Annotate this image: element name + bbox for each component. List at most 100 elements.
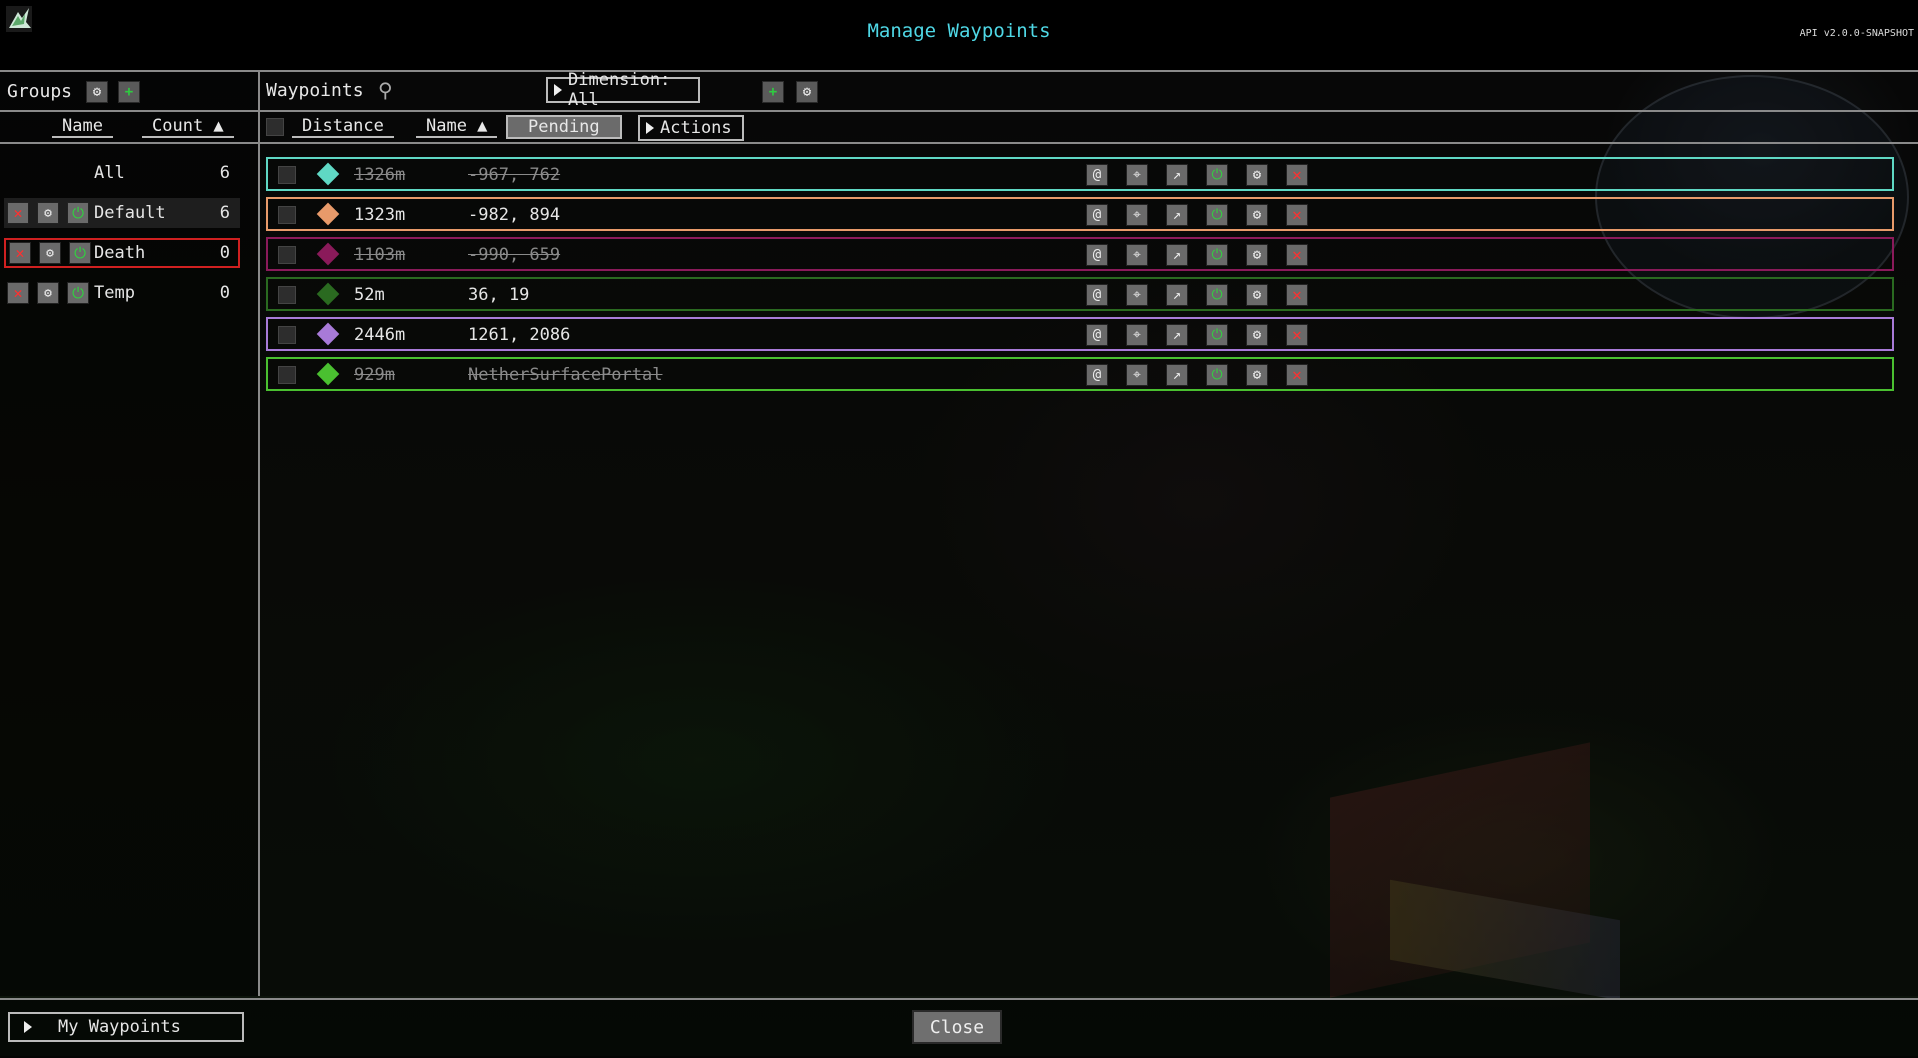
waypoint-row[interactable]: 929m NetherSurfacePortal @ ⌖ ↗ ⏻ ⚙ ✕ — [266, 357, 1894, 391]
add-waypoint-button[interactable]: + — [762, 81, 784, 103]
groups-toolbar: Groups ⚙ + — [0, 72, 258, 112]
group-count: 0 — [219, 243, 230, 263]
delete-waypoint-button[interactable]: ✕ — [1286, 204, 1308, 226]
edit-group-button[interactable]: ⚙ — [37, 282, 59, 304]
power-icon: ⏻ — [74, 243, 86, 262]
edit-groups-button[interactable]: ⚙ — [86, 81, 108, 103]
waypoint-checkbox[interactable] — [278, 246, 296, 264]
waypoint-name: -982, 894 — [468, 205, 561, 225]
waypoint-distance: 1323m — [354, 205, 406, 225]
delete-group-button[interactable]: ✕ — [9, 242, 31, 264]
groups-column-header: Name Count ▲ — [0, 112, 258, 144]
search-icon[interactable]: ⚲ — [378, 78, 393, 102]
gear-icon: ⚙ — [1252, 367, 1262, 383]
group-name: Temp — [94, 283, 135, 303]
gear-icon: ⚙ — [46, 245, 54, 261]
teleport-button[interactable]: @ — [1086, 324, 1108, 346]
teleport-button[interactable]: @ — [1086, 164, 1108, 186]
waypoint-row[interactable]: 52m 36, 19 @ ⌖ ↗ ⏻ ⚙ ✕ — [266, 277, 1894, 311]
edit-waypoint-button[interactable]: ⚙ — [1246, 324, 1268, 346]
locate-button[interactable]: ⌖ — [1126, 364, 1148, 386]
waypoints-panel: Waypoints ⚲ Dimension: All + ⚙ Distance … — [260, 70, 1918, 996]
teleport-button[interactable]: @ — [1086, 244, 1108, 266]
teleport-button[interactable]: @ — [1086, 284, 1108, 306]
group-item-death[interactable]: ✕ ⚙ ⏻ Death 0 — [4, 238, 240, 268]
waypoint-row[interactable]: 1323m -982, 894 @ ⌖ ↗ ⏻ ⚙ ✕ — [266, 197, 1894, 231]
teleport-button[interactable]: @ — [1086, 364, 1108, 386]
gear-icon: ⚙ — [44, 285, 52, 301]
share-button[interactable]: ↗ — [1166, 324, 1188, 346]
group-item-all[interactable]: All 6 — [4, 158, 240, 188]
toggle-waypoint-button[interactable]: ⏻ — [1206, 244, 1228, 266]
pending-button[interactable]: Pending — [506, 115, 622, 139]
close-button[interactable]: Close — [912, 1010, 1002, 1044]
groups-label: Groups — [7, 81, 73, 102]
waypoint-row[interactable]: 1103m -990, 659 @ ⌖ ↗ ⏻ ⚙ ✕ — [266, 237, 1894, 271]
toggle-group-button[interactable]: ⏻ — [67, 202, 89, 224]
teleport-icon: @ — [1092, 367, 1102, 383]
sort-by-distance-button[interactable]: Distance — [292, 116, 394, 138]
delete-icon: ✕ — [1292, 285, 1302, 304]
edit-group-button[interactable]: ⚙ — [37, 202, 59, 224]
locate-button[interactable]: ⌖ — [1126, 324, 1148, 346]
locate-button[interactable]: ⌖ — [1126, 204, 1148, 226]
edit-waypoint-button[interactable]: ⚙ — [1246, 284, 1268, 306]
delete-waypoint-button[interactable]: ✕ — [1286, 284, 1308, 306]
edit-waypoints-button[interactable]: ⚙ — [796, 81, 818, 103]
teleport-button[interactable]: @ — [1086, 204, 1108, 226]
add-group-button[interactable]: + — [118, 81, 140, 103]
map-pin-icon: ⌖ — [1133, 167, 1141, 183]
edit-waypoint-button[interactable]: ⚙ — [1246, 204, 1268, 226]
edit-waypoint-button[interactable]: ⚙ — [1246, 244, 1268, 266]
teleport-icon: @ — [1092, 327, 1102, 343]
toggle-group-button[interactable]: ⏻ — [67, 282, 89, 304]
waypoint-gem-icon — [316, 202, 340, 226]
waypoint-checkbox[interactable] — [278, 326, 296, 344]
toggle-waypoint-button[interactable]: ⏻ — [1206, 204, 1228, 226]
sort-by-name-button[interactable]: Name — [52, 116, 113, 138]
group-count: 6 — [219, 203, 230, 223]
delete-icon: ✕ — [1292, 245, 1302, 264]
waypoint-checkbox[interactable] — [278, 166, 296, 184]
delete-waypoint-button[interactable]: ✕ — [1286, 244, 1308, 266]
share-button[interactable]: ↗ — [1166, 284, 1188, 306]
delete-waypoint-button[interactable]: ✕ — [1286, 364, 1308, 386]
edit-waypoint-button[interactable]: ⚙ — [1246, 164, 1268, 186]
triangle-right-icon — [24, 1021, 32, 1033]
toggle-waypoint-button[interactable]: ⏻ — [1206, 284, 1228, 306]
waypoint-checkbox[interactable] — [278, 286, 296, 304]
group-name: All — [94, 163, 125, 183]
locate-button[interactable]: ⌖ — [1126, 244, 1148, 266]
waypoint-row[interactable]: 2446m 1261, 2086 @ ⌖ ↗ ⏻ ⚙ ✕ — [266, 317, 1894, 351]
share-icon: ↗ — [1172, 327, 1182, 343]
share-button[interactable]: ↗ — [1166, 204, 1188, 226]
sort-by-name-button[interactable]: Name ▲ — [416, 116, 498, 138]
delete-waypoint-button[interactable]: ✕ — [1286, 324, 1308, 346]
waypoint-row[interactable]: 1326m -967, 762 @ ⌖ ↗ ⏻ ⚙ ✕ — [266, 157, 1894, 191]
sort-by-count-button[interactable]: Count ▲ — [142, 116, 234, 138]
group-item-default[interactable]: ✕ ⚙ ⏻ Default 6 — [4, 198, 240, 228]
edit-group-button[interactable]: ⚙ — [39, 242, 61, 264]
select-all-checkbox[interactable] — [266, 118, 284, 136]
locate-button[interactable]: ⌖ — [1126, 164, 1148, 186]
toggle-group-button[interactable]: ⏻ — [69, 242, 91, 264]
dimension-filter-button[interactable]: Dimension: All — [546, 70, 700, 110]
toggle-waypoint-button[interactable]: ⏻ — [1206, 164, 1228, 186]
share-button[interactable]: ↗ — [1166, 364, 1188, 386]
delete-group-button[interactable]: ✕ — [7, 202, 29, 224]
waypoint-distance: 1326m — [354, 165, 406, 185]
toggle-waypoint-button[interactable]: ⏻ — [1206, 324, 1228, 346]
delete-waypoint-button[interactable]: ✕ — [1286, 164, 1308, 186]
toggle-waypoint-button[interactable]: ⏻ — [1206, 364, 1228, 386]
share-button[interactable]: ↗ — [1166, 164, 1188, 186]
my-waypoints-label: My Waypoints — [58, 1017, 181, 1037]
my-waypoints-button[interactable]: My Waypoints — [8, 1012, 244, 1042]
edit-waypoint-button[interactable]: ⚙ — [1246, 364, 1268, 386]
group-item-temp[interactable]: ✕ ⚙ ⏻ Temp 0 — [4, 278, 240, 308]
locate-button[interactable]: ⌖ — [1126, 284, 1148, 306]
share-button[interactable]: ↗ — [1166, 244, 1188, 266]
waypoint-checkbox[interactable] — [278, 366, 296, 384]
delete-group-button[interactable]: ✕ — [7, 282, 29, 304]
waypoint-checkbox[interactable] — [278, 206, 296, 224]
actions-button[interactable]: Actions — [638, 115, 744, 141]
